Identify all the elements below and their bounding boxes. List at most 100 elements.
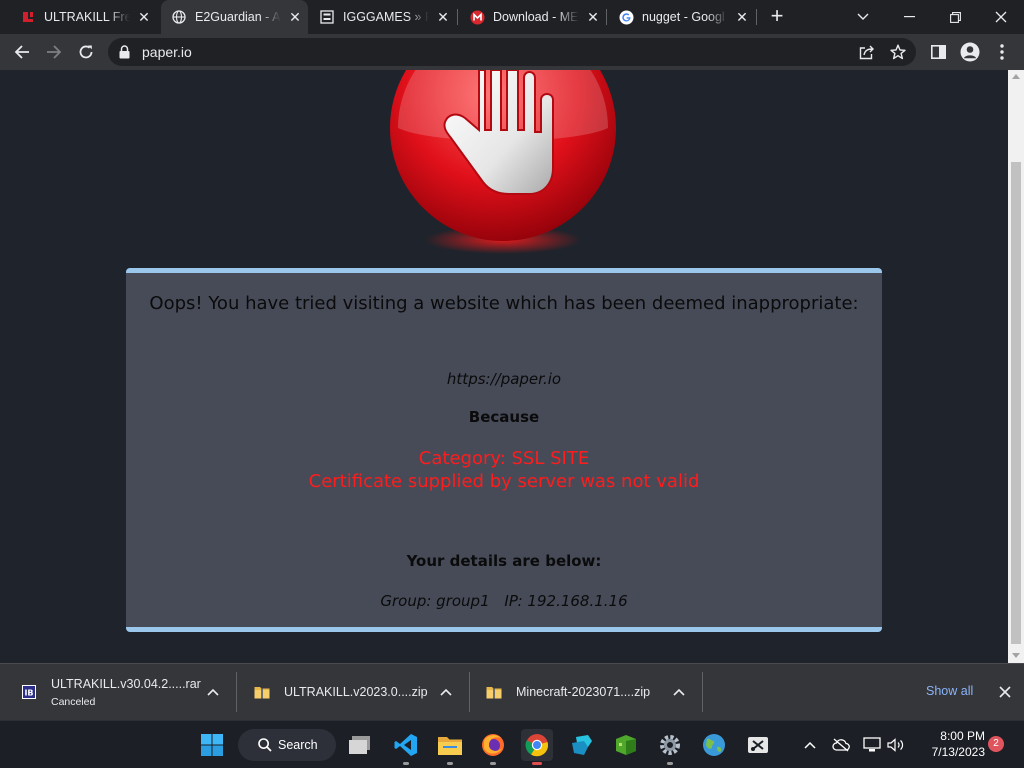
close-tab-icon[interactable]: ✕ <box>585 9 601 25</box>
igggames-icon <box>319 9 335 25</box>
earth-globe-icon[interactable] <box>698 729 730 761</box>
close-tab-icon[interactable]: ✕ <box>734 9 750 25</box>
tab-mega[interactable]: Download - ME ✕ <box>459 0 606 34</box>
back-button[interactable] <box>8 38 36 66</box>
close-tab-icon[interactable]: ✕ <box>136 9 152 25</box>
minecraft-launcher-icon[interactable] <box>610 729 642 761</box>
scrollbar-thumb[interactable] <box>1011 162 1021 644</box>
clock-date: 7/13/2023 <box>931 745 985 759</box>
forward-button[interactable] <box>40 38 68 66</box>
download-item[interactable]: IB ULTRAKILL.v30.04.2.....rar Canceled <box>21 664 236 720</box>
globe-icon <box>171 9 187 25</box>
settings-gear-icon[interactable] <box>654 729 686 765</box>
chevron-up-icon[interactable] <box>205 684 221 700</box>
tab-igggames[interactable]: IGGGAMES » Fr ✕ <box>309 0 457 34</box>
start-button[interactable] <box>196 729 228 761</box>
network-icon[interactable] <box>862 735 882 755</box>
blocked-url: https://paper.io <box>446 370 562 388</box>
download-filename: ULTRAKILL.v30.04.2.....rar <box>51 676 201 691</box>
side-panel-icon <box>930 45 946 59</box>
file-explorer-icon[interactable] <box>434 729 466 765</box>
tab-title: nugget - Googl <box>642 10 725 24</box>
notification-badge[interactable]: 2 <box>988 736 1004 752</box>
profile-button[interactable] <box>956 38 984 66</box>
close-tab-icon[interactable]: ✕ <box>435 9 451 25</box>
show-all-downloads-link[interactable]: Show all <box>926 684 973 698</box>
tab-e2guardian[interactable]: E2Guardian - Ac ✕ <box>161 0 308 34</box>
side-panel-button[interactable] <box>924 38 952 66</box>
vscode-icon[interactable] <box>390 729 422 765</box>
close-tab-icon[interactable]: ✕ <box>287 9 303 25</box>
close-shelf-icon[interactable] <box>997 684 1013 700</box>
menu-button[interactable] <box>988 38 1016 66</box>
downloads-shelf: IB ULTRAKILL.v30.04.2.....rar Canceled U… <box>0 663 1024 720</box>
user-details: Group: group1 IP: 192.168.1.16 <box>126 592 882 610</box>
tab-ultrakill[interactable]: ULTRAKILL Free ✕ <box>10 0 160 34</box>
restore-icon <box>949 11 961 23</box>
download-filename: ULTRAKILL.v2023.0....zip <box>284 685 428 699</box>
mega-icon <box>469 9 485 25</box>
restore-button[interactable] <box>932 0 978 34</box>
minimize-button[interactable] <box>886 0 932 34</box>
address-bar[interactable]: paper.io <box>108 38 916 66</box>
address-url: paper.io <box>142 44 192 60</box>
avatar-icon <box>960 42 980 62</box>
show-hidden-icons-chevron-icon[interactable] <box>800 735 820 755</box>
volume-icon[interactable] <box>886 735 906 755</box>
azure-data-studio-icon[interactable] <box>566 729 598 761</box>
zip-folder-icon <box>254 684 270 700</box>
tab-google[interactable]: nugget - Googl ✕ <box>608 0 755 34</box>
cloud-offline-icon[interactable] <box>831 735 851 755</box>
close-window-button[interactable] <box>978 0 1024 34</box>
ip-text: IP: 192.168.1.16 <box>504 592 628 610</box>
share-icon[interactable] <box>857 42 877 62</box>
scroll-up-arrow-icon[interactable] <box>1012 74 1020 79</box>
chevron-down-icon <box>857 13 869 20</box>
tab-separator <box>457 9 458 25</box>
reload-button[interactable] <box>72 38 100 66</box>
google-icon <box>618 9 634 25</box>
windows-logo-icon <box>201 734 223 756</box>
task-view-icon[interactable] <box>345 729 377 761</box>
download-item[interactable]: ULTRAKILL.v2023.0....zip <box>254 664 469 720</box>
back-arrow-icon <box>14 45 29 59</box>
tab-title: ULTRAKILL Free <box>44 10 130 24</box>
lock-icon[interactable] <box>119 45 133 59</box>
more-vert-icon <box>1000 44 1004 60</box>
browser-toolbar: paper.io <box>0 34 1024 70</box>
page-viewport: Oops! You have tried visiting a website … <box>0 70 1008 663</box>
tab-separator <box>606 9 607 25</box>
rar-archive-icon: IB <box>21 684 37 700</box>
close-icon <box>995 11 1007 23</box>
group-text: Group: group1 <box>380 592 490 610</box>
block-heading: Oops! You have tried visiting a website … <box>149 293 859 314</box>
new-tab-button[interactable]: + <box>765 5 789 29</box>
scroll-down-arrow-icon[interactable] <box>1012 653 1020 658</box>
forward-arrow-icon <box>47 45 62 59</box>
chrome-icon[interactable] <box>521 729 553 765</box>
search-icon <box>258 738 272 752</box>
vertical-scrollbar[interactable] <box>1008 70 1024 663</box>
taskbar-search[interactable]: Search <box>238 729 336 761</box>
tab-separator <box>756 9 757 25</box>
block-message-panel: Oops! You have tried visiting a website … <box>126 268 882 632</box>
taskbar-clock[interactable]: 8:00 PM 7/13/2023 <box>913 728 985 760</box>
chevron-up-icon[interactable] <box>671 684 687 700</box>
reload-icon <box>79 45 93 59</box>
tab-title: IGGGAMES » Fr <box>343 10 429 24</box>
minimize-icon <box>903 16 915 18</box>
zip-folder-icon <box>486 684 502 700</box>
firefox-icon[interactable] <box>477 729 509 765</box>
download-separator <box>702 672 703 712</box>
clock-time: 8:00 PM <box>940 729 985 743</box>
chevron-up-icon[interactable] <box>438 684 454 700</box>
bookmark-star-icon[interactable] <box>888 42 908 62</box>
tab-strip: ULTRAKILL Free ✕ E2Guardian - Ac ✕ IGGGA… <box>0 0 1024 34</box>
tab-search-button[interactable] <box>840 0 886 34</box>
download-separator <box>469 672 470 712</box>
snipping-tool-icon[interactable] <box>742 729 774 761</box>
windows-taskbar: Search 8:00 PM 7/13/2023 2 <box>0 720 1024 768</box>
download-item[interactable]: Minecraft-2023071....zip <box>486 664 701 720</box>
ultrakill-icon <box>20 9 36 25</box>
download-status: Canceled <box>51 695 96 708</box>
